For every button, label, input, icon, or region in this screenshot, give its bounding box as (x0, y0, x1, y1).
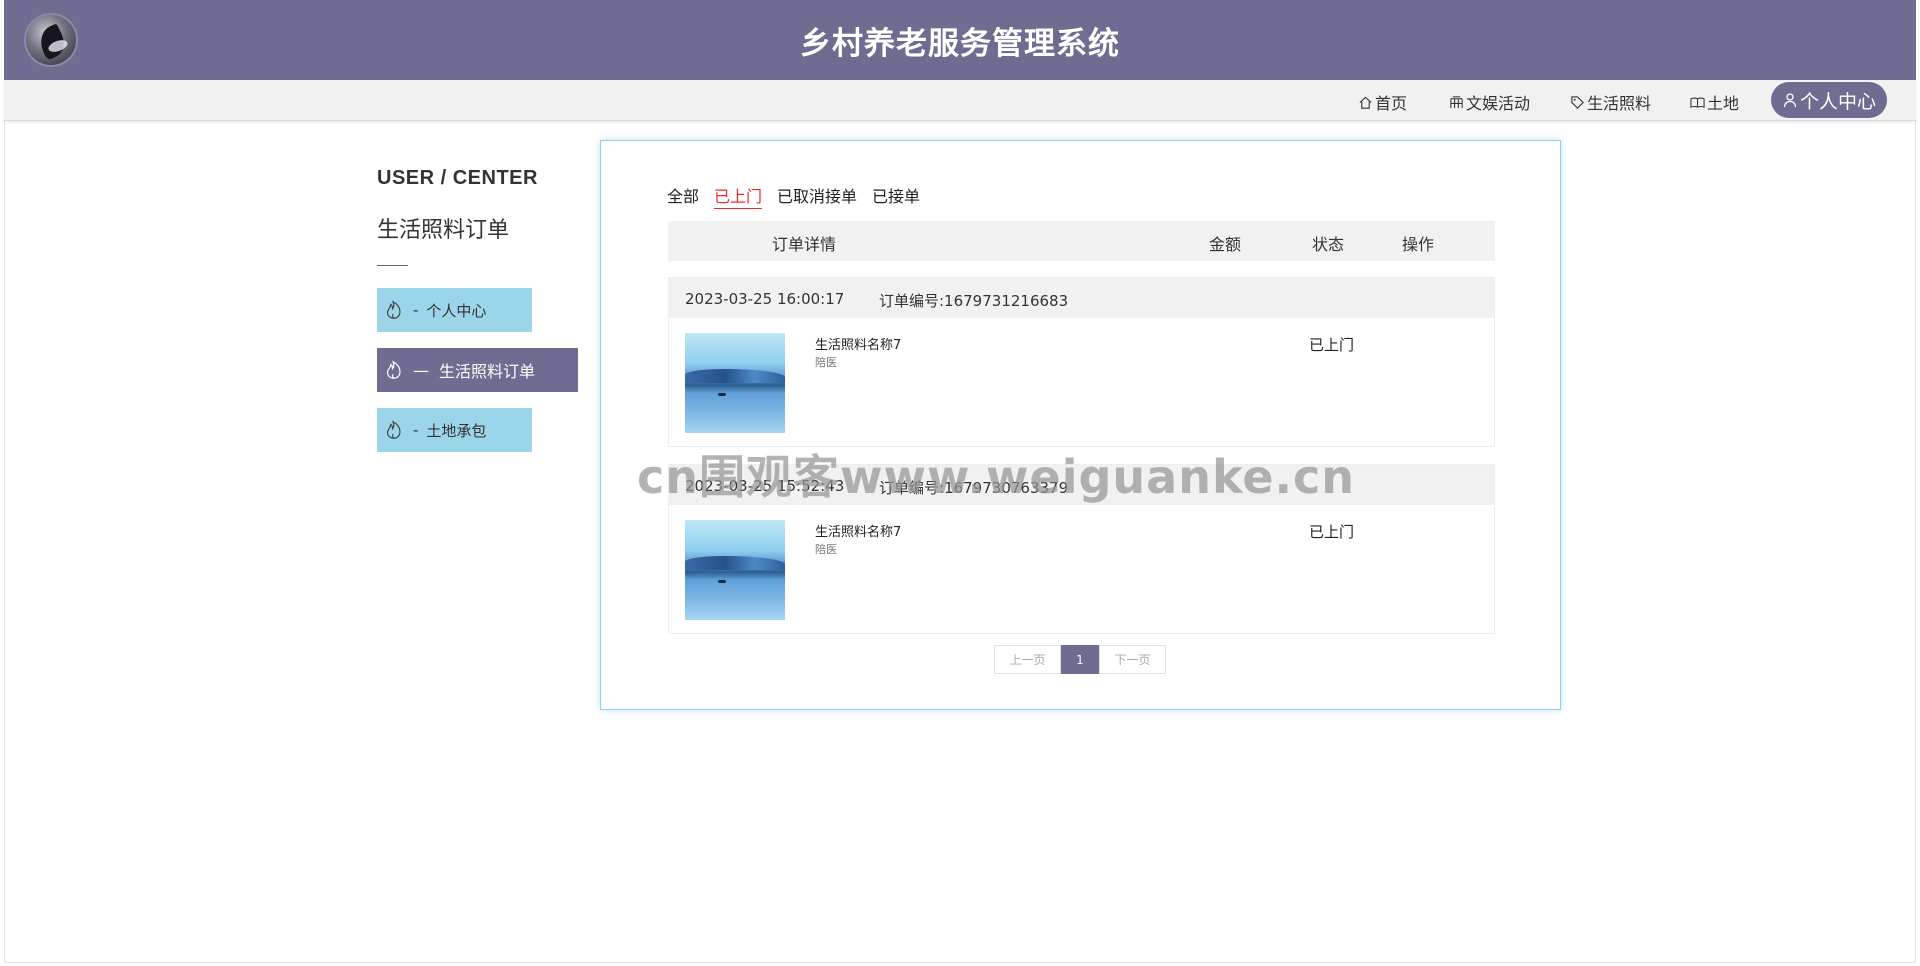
watermark: cn围观客www.weiguanke.cn (637, 450, 1356, 504)
nav-item-home[interactable]: 首页 (1358, 90, 1407, 114)
sidebar-item-prefix: - (413, 421, 419, 439)
thumbnail-boat (718, 393, 726, 396)
table-header: 订单详情 金额 状态 操作 (668, 221, 1495, 261)
product-thumbnail[interactable] (685, 520, 785, 620)
column-header-status: 状态 (1312, 235, 1345, 254)
sidebar-item-prefix: - (413, 301, 419, 319)
prev-page-button[interactable]: 上一页 (994, 645, 1061, 674)
tab-cancelled[interactable]: 已取消接单 (777, 183, 857, 207)
page-number-button[interactable]: 1 (1061, 645, 1099, 674)
order-header: 2023-03-25 16:00:17 订单编号:1679731216683 (669, 278, 1494, 318)
order-status: 已上门 (1309, 336, 1355, 354)
column-header-actions: 操作 (1402, 235, 1435, 254)
home-icon (1359, 96, 1372, 109)
tab-visited[interactable]: 已上门 (714, 183, 763, 209)
sidebar-title: 生活照料订单 (377, 218, 510, 243)
order-card: 2023-03-25 16:00:17 订单编号:1679731216683 生… (668, 277, 1495, 447)
nav-label: 个人中心 (1800, 90, 1877, 113)
sidebar-divider (377, 265, 408, 266)
thumbnail-boat (718, 580, 726, 583)
thumbnail-mountains (685, 369, 785, 383)
product-name[interactable]: 生活照料名称7 (815, 334, 901, 353)
next-page-button[interactable]: 下一页 (1099, 645, 1166, 674)
nav-label: 生活照料 (1587, 94, 1652, 113)
tab-accepted[interactable]: 已接单 (872, 183, 920, 207)
product-service: 陪医 (815, 543, 837, 556)
order-status: 已上门 (1309, 523, 1355, 541)
nav-item-user-center[interactable]: 个人中心 (1771, 82, 1888, 118)
sidebar-item-label: 个人中心 (426, 301, 487, 320)
nav-bar: 首页 文娱活动 生活照料 土地 个人中心 (4, 80, 1916, 121)
column-header-amount: 金额 (1209, 235, 1242, 254)
nav-label: 首页 (1375, 94, 1408, 113)
product-thumbnail[interactable] (685, 333, 785, 433)
sidebar-item-label: 生活照料订单 (439, 362, 536, 381)
product-name[interactable]: 生活照料名称7 (815, 521, 901, 540)
flame-icon (387, 300, 401, 319)
tab-all[interactable]: 全部 (667, 183, 699, 207)
nav-item-land[interactable]: 土地 (1690, 90, 1739, 114)
flame-icon (387, 360, 401, 379)
site-title: 乡村养老服务管理系统 (800, 26, 1120, 62)
order-number: 订单编号:1679731216683 (879, 292, 1069, 310)
tag-icon (1571, 95, 1584, 109)
product-service: 陪医 (815, 356, 837, 369)
order-time: 2023-03-25 16:00:17 (685, 290, 845, 308)
thumbnail-mountains (685, 556, 785, 570)
flame-icon (387, 420, 401, 439)
book-icon (1690, 97, 1705, 108)
nav-item-daily-care[interactable]: 生活照料 (1570, 90, 1651, 114)
nav-label: 土地 (1707, 94, 1740, 113)
pagination: 上一页 1 下一页 (994, 645, 1166, 674)
nav-item-entertainment[interactable]: 文娱活动 (1449, 90, 1530, 114)
sidebar-heading: USER / CENTER (377, 167, 538, 189)
nav-label: 文娱活动 (1466, 94, 1531, 113)
sidebar-item-land-contract[interactable]: - 土地承包 (377, 408, 532, 452)
sidebar-item-label: 土地承包 (426, 421, 487, 440)
column-header-details: 订单详情 (772, 235, 837, 254)
user-icon (1783, 93, 1797, 108)
sidebar-item-daily-care-orders[interactable]: — 生活照料订单 (377, 348, 578, 392)
orders-panel: 全部 已上门 已取消接单 已接单 订单详情 金额 状态 操作 2023-03-2… (600, 140, 1561, 710)
sidebar-item-user-center[interactable]: - 个人中心 (377, 288, 532, 332)
grid-icon (1450, 95, 1463, 108)
sidebar-item-prefix: — (413, 360, 429, 380)
